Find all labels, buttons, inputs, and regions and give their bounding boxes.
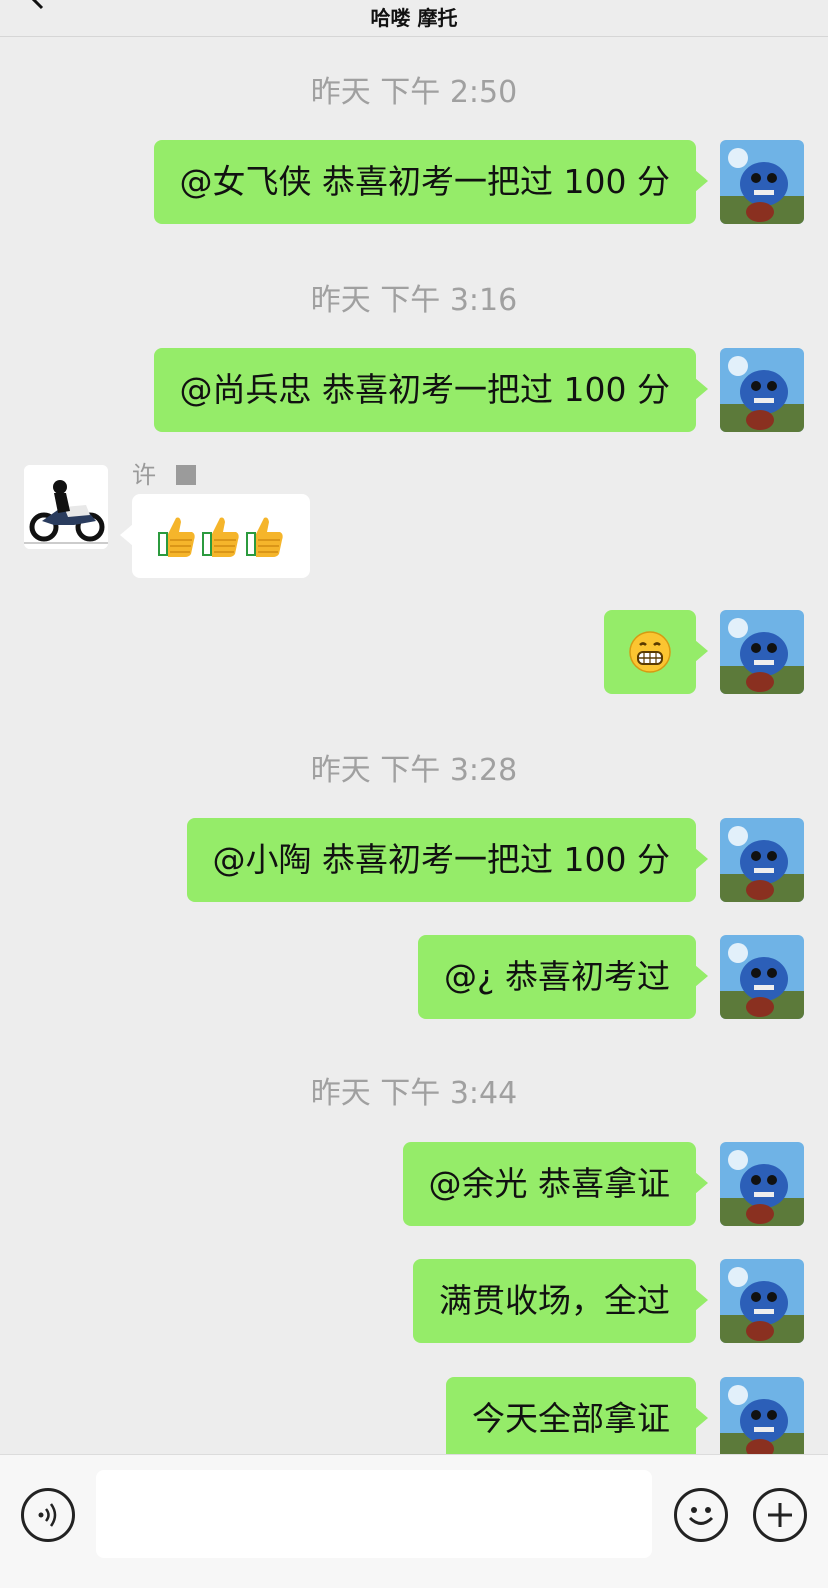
message-bubble[interactable]: @¿ 恭喜初考过 — [417, 935, 709, 1019]
thumbs-up-icon — [246, 517, 283, 557]
voice-icon — [38, 1503, 57, 1527]
my-avatar[interactable] — [720, 610, 804, 694]
my-avatar[interactable] — [720, 140, 804, 224]
message-bubble[interactable] — [604, 610, 708, 694]
timestamp: 昨天 下午 3:28 — [310, 753, 518, 788]
my-avatar[interactable] — [720, 1142, 804, 1226]
message-bubble[interactable]: 今天全部拿证 — [446, 1377, 708, 1454]
thumbs-up-icon — [158, 517, 195, 557]
message-bubble[interactable]: @余光 恭喜拿证 — [402, 1142, 708, 1226]
voice-button[interactable] — [21, 1488, 75, 1542]
input-bar — [0, 1454, 828, 1588]
thumbs-up-icon — [202, 517, 239, 557]
sender-avatar[interactable] — [24, 465, 108, 549]
message-bubble[interactable] — [120, 494, 310, 578]
chat-title: 哈喽 摩托 — [370, 6, 458, 30]
timestamp: 昨天 下午 2:50 — [310, 75, 518, 110]
emoji-button[interactable] — [674, 1488, 728, 1542]
timestamp: 昨天 下午 3:16 — [310, 283, 518, 318]
my-avatar[interactable] — [720, 348, 804, 432]
message-bubble[interactable]: @小陶 恭喜初考一把过 100 分 — [186, 818, 709, 902]
grinning-face-icon — [629, 631, 671, 673]
my-avatar[interactable] — [720, 935, 804, 1019]
plus-icon — [768, 1503, 792, 1527]
emoji-row — [156, 514, 284, 558]
message-list[interactable]: 昨天 下午 2:50 @女飞侠 恭喜初考一把过 100 分 昨天 下午 3:16… — [0, 37, 828, 1454]
more-button[interactable] — [753, 1488, 807, 1542]
message-bubble[interactable]: 满贯收场，全过 — [413, 1259, 708, 1343]
emoji-icon — [688, 1507, 714, 1525]
message-bubble[interactable]: @女飞侠 恭喜初考一把过 100 分 — [153, 140, 709, 224]
sender-name: 许 — [132, 455, 196, 490]
chat-header: 哈喽 摩托 — [0, 0, 828, 37]
message-input[interactable] — [96, 1470, 652, 1558]
my-avatar[interactable] — [720, 1259, 804, 1343]
timestamp: 昨天 下午 3:44 — [310, 1076, 518, 1111]
redacted-name-block — [176, 465, 196, 485]
chat-app: 哈喽 摩托 昨天 下午 2:50 @女飞侠 恭喜初考一把过 100 分 昨天 下… — [0, 0, 828, 1588]
my-avatar[interactable] — [720, 818, 804, 902]
my-avatar[interactable] — [720, 1377, 804, 1454]
message-bubble[interactable]: @尚兵忠 恭喜初考一把过 100 分 — [153, 348, 709, 432]
